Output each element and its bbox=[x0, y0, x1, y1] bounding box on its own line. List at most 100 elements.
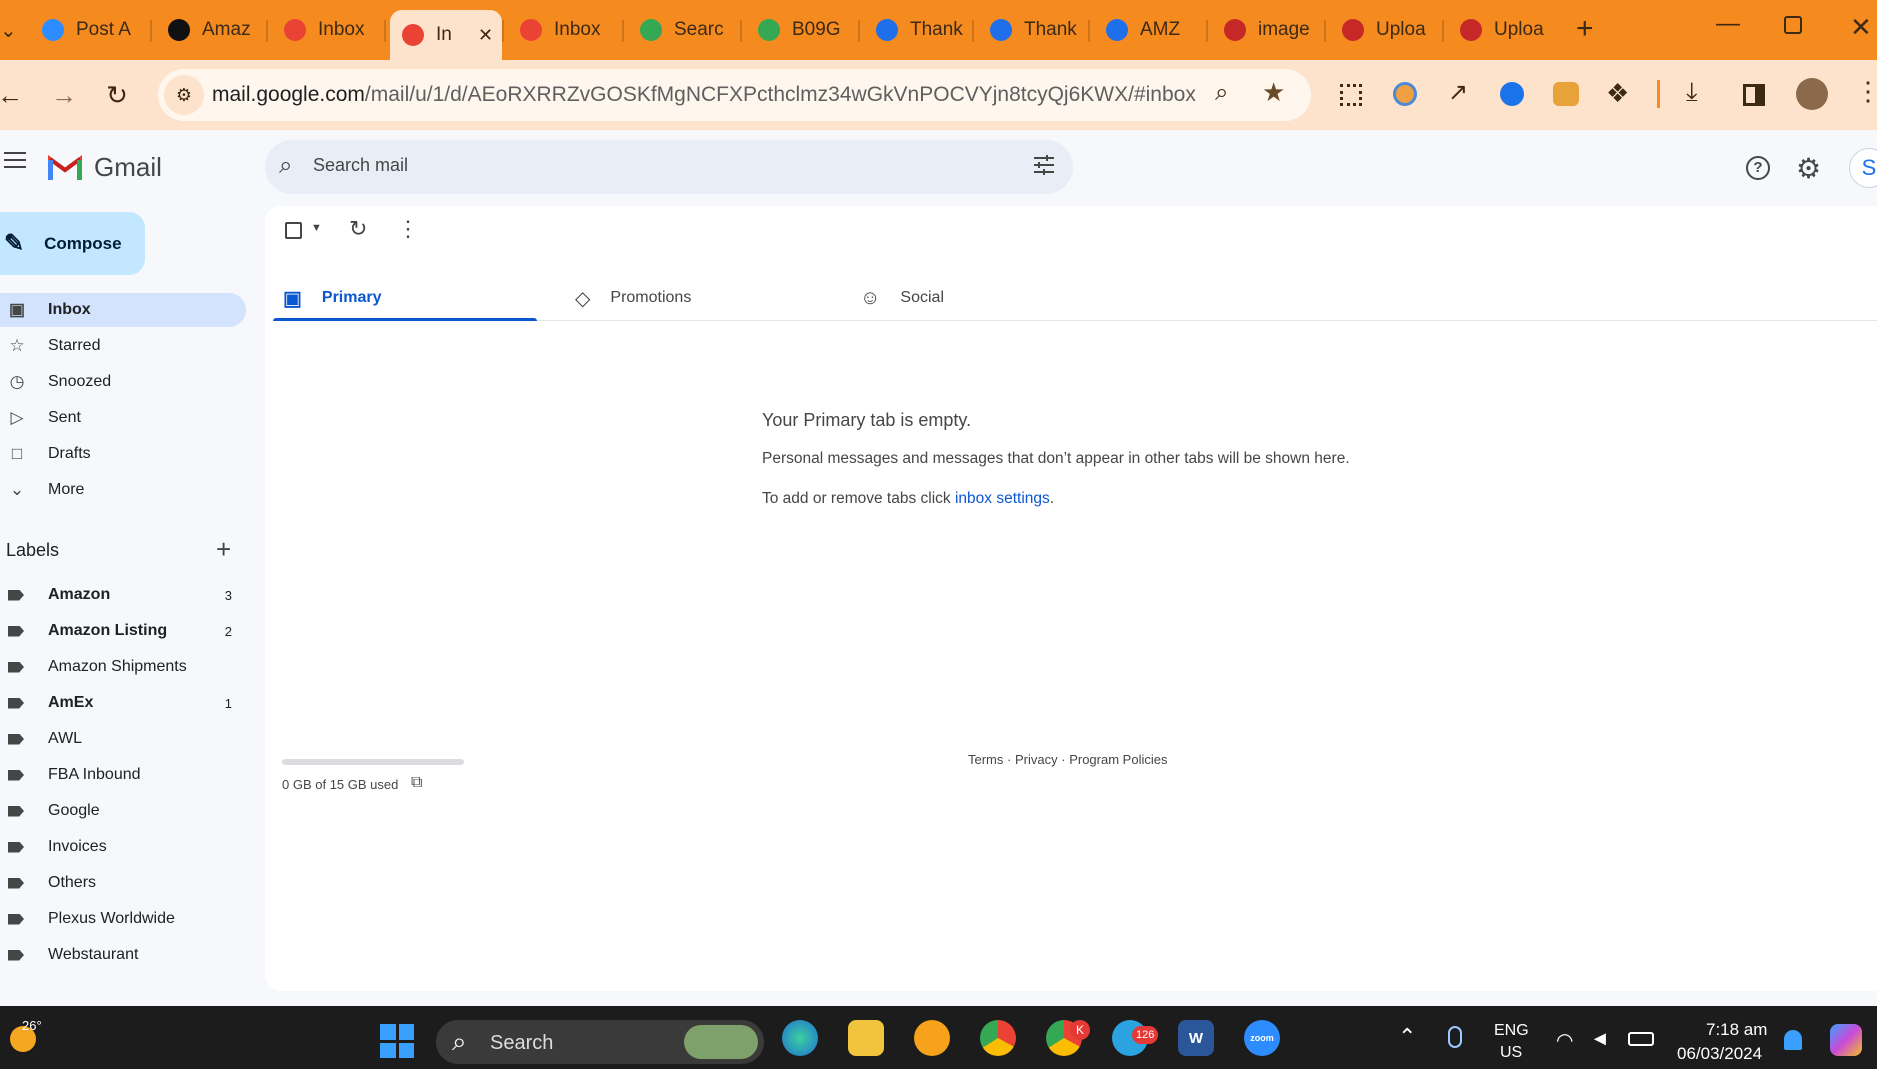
close-tab-icon[interactable]: ✕ bbox=[478, 25, 493, 46]
file-explorer-icon[interactable] bbox=[848, 1020, 884, 1056]
search-icon[interactable]: ⌕ bbox=[279, 152, 292, 180]
browser-tab[interactable]: Uploa bbox=[1330, 12, 1440, 48]
zoom-lens-icon[interactable]: ⌕ bbox=[1215, 79, 1228, 107]
bookmark-star-icon[interactable]: ★ bbox=[1262, 77, 1285, 108]
browser-tab[interactable]: Thank bbox=[978, 12, 1088, 48]
gmail-logo-icon[interactable] bbox=[48, 154, 82, 180]
clock-date[interactable]: 06/03/2024 bbox=[1677, 1044, 1762, 1064]
browser-tab[interactable]: Amaz bbox=[156, 12, 266, 48]
profile-avatar[interactable] bbox=[1796, 78, 1828, 110]
browser-menu-icon[interactable]: ⋮ bbox=[1855, 76, 1877, 107]
browser-tab[interactable]: Inbox bbox=[508, 12, 618, 48]
minimize-button[interactable]: — bbox=[1716, 10, 1740, 38]
battery-icon[interactable] bbox=[1628, 1032, 1654, 1046]
wifi-icon[interactable]: ◠ bbox=[1556, 1028, 1573, 1053]
address-bar[interactable]: ⚙ mail.google.com/mail/u/1/d/AEoRXRRZvGO… bbox=[158, 69, 1311, 121]
browser-tab[interactable]: Thank bbox=[864, 12, 974, 48]
url-text[interactable]: mail.google.com/mail/u/1/d/AEoRXRRZvGOSK… bbox=[212, 83, 1196, 107]
close-window-button[interactable]: ✕ bbox=[1850, 12, 1872, 43]
chrome-profile-icon[interactable] bbox=[980, 1020, 1016, 1056]
weather-temperature[interactable]: 26° bbox=[22, 1018, 42, 1033]
label-item[interactable]: Amazon Listing 2 bbox=[0, 616, 246, 646]
side-panel-icon[interactable] bbox=[1743, 84, 1765, 106]
refresh-icon[interactable]: ↻ bbox=[349, 216, 367, 242]
browser-tab[interactable]: Searc bbox=[628, 12, 738, 48]
show-hidden-icons-chevron[interactable]: ⌃ bbox=[1398, 1024, 1416, 1050]
edge-icon[interactable] bbox=[782, 1020, 818, 1056]
blue-extension-icon[interactable] bbox=[1500, 82, 1524, 106]
new-tab-button[interactable]: + bbox=[1576, 12, 1594, 46]
language-top[interactable]: ENG bbox=[1494, 1022, 1529, 1040]
clock-time[interactable]: 7:18 am bbox=[1706, 1020, 1767, 1040]
tab-promotions[interactable]: ◇ Promotions bbox=[565, 268, 829, 328]
select-dropdown-icon[interactable]: ▼ bbox=[311, 222, 322, 234]
qr-extension-icon[interactable] bbox=[1340, 84, 1362, 106]
label-item[interactable]: Invoices bbox=[0, 832, 246, 862]
chevron-down-icon: ⌄ bbox=[9, 480, 25, 499]
browser-tab[interactable]: In ✕ bbox=[390, 10, 502, 60]
nav-item-inbox[interactable]: ▣ Inbox bbox=[0, 293, 246, 327]
nav-item-snoozed[interactable]: ◷ Snoozed bbox=[0, 365, 246, 399]
nav-item-more[interactable]: ⌄ More bbox=[0, 473, 246, 507]
orange-extension-icon[interactable] bbox=[1393, 82, 1417, 106]
back-button[interactable]: ← bbox=[0, 77, 28, 113]
label-item[interactable]: AWL bbox=[0, 724, 246, 754]
notification-bell-icon[interactable] bbox=[1784, 1030, 1802, 1050]
brave-lion-icon[interactable] bbox=[914, 1020, 950, 1056]
search-options-icon[interactable] bbox=[1032, 154, 1056, 176]
select-all-checkbox[interactable] bbox=[285, 222, 302, 239]
gmail-icon bbox=[402, 24, 424, 46]
search-bar[interactable]: ⌕ Search mail bbox=[265, 140, 1073, 194]
help-icon[interactable]: ? bbox=[1746, 156, 1770, 180]
forward-button[interactable]: → bbox=[46, 77, 82, 113]
add-label-button[interactable]: + bbox=[216, 534, 231, 565]
label-item[interactable]: Amazon 3 bbox=[0, 580, 246, 610]
browser-tab[interactable]: image bbox=[1212, 12, 1322, 48]
search-input[interactable]: Search mail bbox=[313, 155, 408, 176]
account-avatar[interactable]: S bbox=[1849, 148, 1877, 188]
browser-tab[interactable]: Inbox bbox=[272, 12, 382, 48]
footer-separator: · bbox=[1007, 752, 1012, 767]
nav-item-starred[interactable]: ☆ Starred bbox=[0, 329, 246, 363]
label-item[interactable]: AmEx 1 bbox=[0, 688, 246, 718]
language-bottom[interactable]: US bbox=[1500, 1044, 1522, 1062]
browser-tab[interactable]: B09G bbox=[746, 12, 856, 48]
windows-start-icon[interactable] bbox=[380, 1024, 414, 1058]
cursor-extension-icon[interactable]: ↗ bbox=[1448, 78, 1468, 107]
label-item[interactable]: FBA Inbound bbox=[0, 760, 246, 790]
label-item[interactable]: Google bbox=[0, 796, 246, 826]
open-storage-icon[interactable]: ⧉ bbox=[411, 774, 422, 792]
browser-tab[interactable]: AMZ bbox=[1094, 12, 1204, 48]
inbox-settings-link[interactable]: inbox settings bbox=[955, 490, 1050, 507]
reload-button[interactable]: ↻ bbox=[99, 77, 135, 113]
compose-button[interactable]: ✎ Compose bbox=[0, 212, 145, 275]
label-item[interactable]: Plexus Worldwide bbox=[0, 904, 246, 934]
site-info-icon[interactable]: ⚙ bbox=[164, 75, 204, 115]
privacy-link[interactable]: Privacy bbox=[1015, 752, 1058, 767]
nav-item-drafts[interactable]: □ Drafts bbox=[0, 437, 246, 471]
volume-icon[interactable]: ◄ bbox=[1590, 1028, 1610, 1051]
tab-search-chevron-icon[interactable]: ⌄ bbox=[0, 18, 17, 43]
label-item[interactable]: Amazon Shipments bbox=[0, 652, 246, 682]
settings-gear-icon[interactable]: ⚙ bbox=[1796, 152, 1821, 185]
word-icon[interactable]: W bbox=[1178, 1020, 1214, 1056]
tab-label: Social bbox=[900, 289, 944, 306]
main-menu-icon[interactable] bbox=[4, 152, 26, 168]
honey-extension-icon[interactable] bbox=[1553, 82, 1579, 106]
taskbar-search-box[interactable]: ⌕ Search bbox=[436, 1020, 764, 1064]
nav-item-sent[interactable]: ▷ Sent bbox=[0, 401, 246, 435]
extensions-puzzle-icon[interactable]: ❖ bbox=[1606, 78, 1629, 109]
microphone-icon[interactable] bbox=[1448, 1026, 1462, 1048]
more-actions-icon[interactable]: ⋮ bbox=[397, 216, 419, 242]
copilot-icon[interactable] bbox=[1830, 1024, 1862, 1056]
browser-tab[interactable]: Post A bbox=[30, 12, 140, 48]
tab-social[interactable]: ☺ Social bbox=[850, 268, 1114, 328]
restore-button[interactable] bbox=[1784, 16, 1802, 34]
label-item[interactable]: Webstaurant bbox=[0, 940, 246, 970]
browser-tab[interactable]: Uploa bbox=[1448, 12, 1558, 48]
download-icon[interactable]: ⤓ bbox=[1686, 76, 1698, 108]
zoom-app-icon[interactable]: zoom bbox=[1244, 1020, 1280, 1056]
terms-link[interactable]: Terms bbox=[968, 752, 1003, 767]
program-policies-link[interactable]: Program Policies bbox=[1069, 752, 1167, 767]
label-item[interactable]: Others bbox=[0, 868, 246, 898]
